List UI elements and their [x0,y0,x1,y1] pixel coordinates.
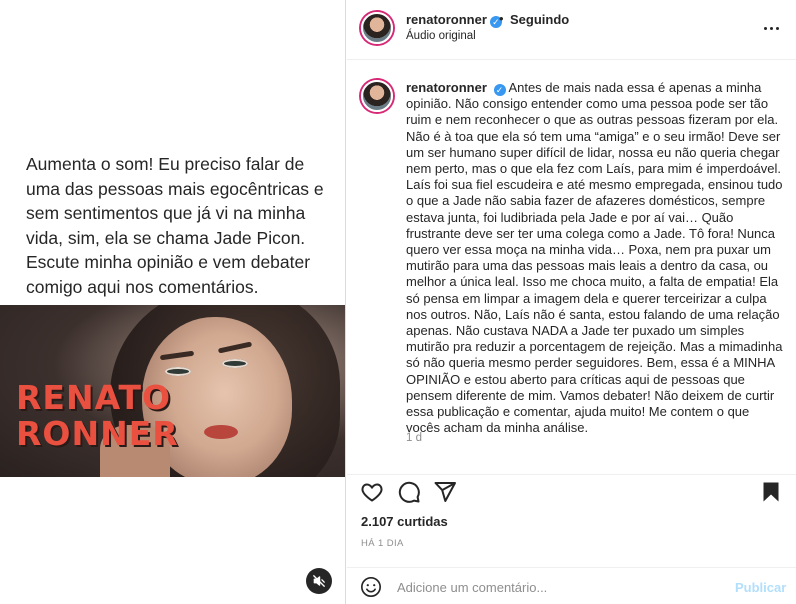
post-media[interactable]: Aumenta o som! Eu preciso falar de uma d… [0,0,346,604]
action-bar [347,474,796,504]
more-options-button[interactable] [760,18,782,38]
caption-text: Antes de mais nada essa é apenas a minha… [406,80,783,436]
media-overlay-text: Aumenta o som! Eu preciso falar de uma d… [26,154,324,297]
paper-plane-icon[interactable] [433,480,457,504]
post-photo: RENATO RONNER [0,305,345,477]
renato-ronner-logo: RENATO RONNER [16,380,179,452]
more-dot-icon [763,26,767,30]
smiley-icon[interactable] [360,576,382,598]
original-audio-link[interactable]: Áudio original [406,30,476,42]
muted-speaker-icon [313,575,325,587]
heart-icon[interactable] [360,480,384,504]
logo-line-1: RENATO [16,378,172,417]
logo-line-2: RONNER [16,414,179,453]
photo-eye-left [165,367,191,376]
comment-bubble-icon[interactable] [397,480,421,504]
header-username: renatoronner [406,12,487,27]
photo-eye-right [222,359,248,368]
post-date[interactable]: HÁ 1 DIA [361,538,404,549]
caption-username[interactable]: renatoronner [406,80,487,95]
more-dot-icon [769,26,773,30]
header-separator-dot: • [499,11,504,26]
photo-lips [204,425,238,439]
comment-input[interactable] [397,574,717,600]
verified-badge-icon: ✓ [493,84,506,96]
post-header: renatoronner ✓ • Seguindo Áudio original [347,0,796,60]
mute-button[interactable] [306,568,332,594]
following-button[interactable]: Seguindo [510,12,569,27]
caption-avatar[interactable] [361,80,393,112]
comment-form: Publicar [347,567,796,604]
header-avatar[interactable] [361,12,393,44]
header-username-link[interactable]: renatoronner ✓ [406,12,502,28]
likes-count[interactable]: 2.107 curtidas [361,514,448,529]
caption-body: renatoronner ✓ Antes de mais nada essa é… [406,80,786,436]
bookmark-icon[interactable] [759,480,783,504]
caption-timestamp[interactable]: 1 d [406,432,422,444]
more-dot-icon [775,26,779,30]
publish-button[interactable]: Publicar [735,580,786,595]
post-caption: renatoronner ✓ Antes de mais nada essa é… [347,60,796,458]
post-side-panel: renatoronner ✓ • Seguindo Áudio original … [347,0,796,604]
